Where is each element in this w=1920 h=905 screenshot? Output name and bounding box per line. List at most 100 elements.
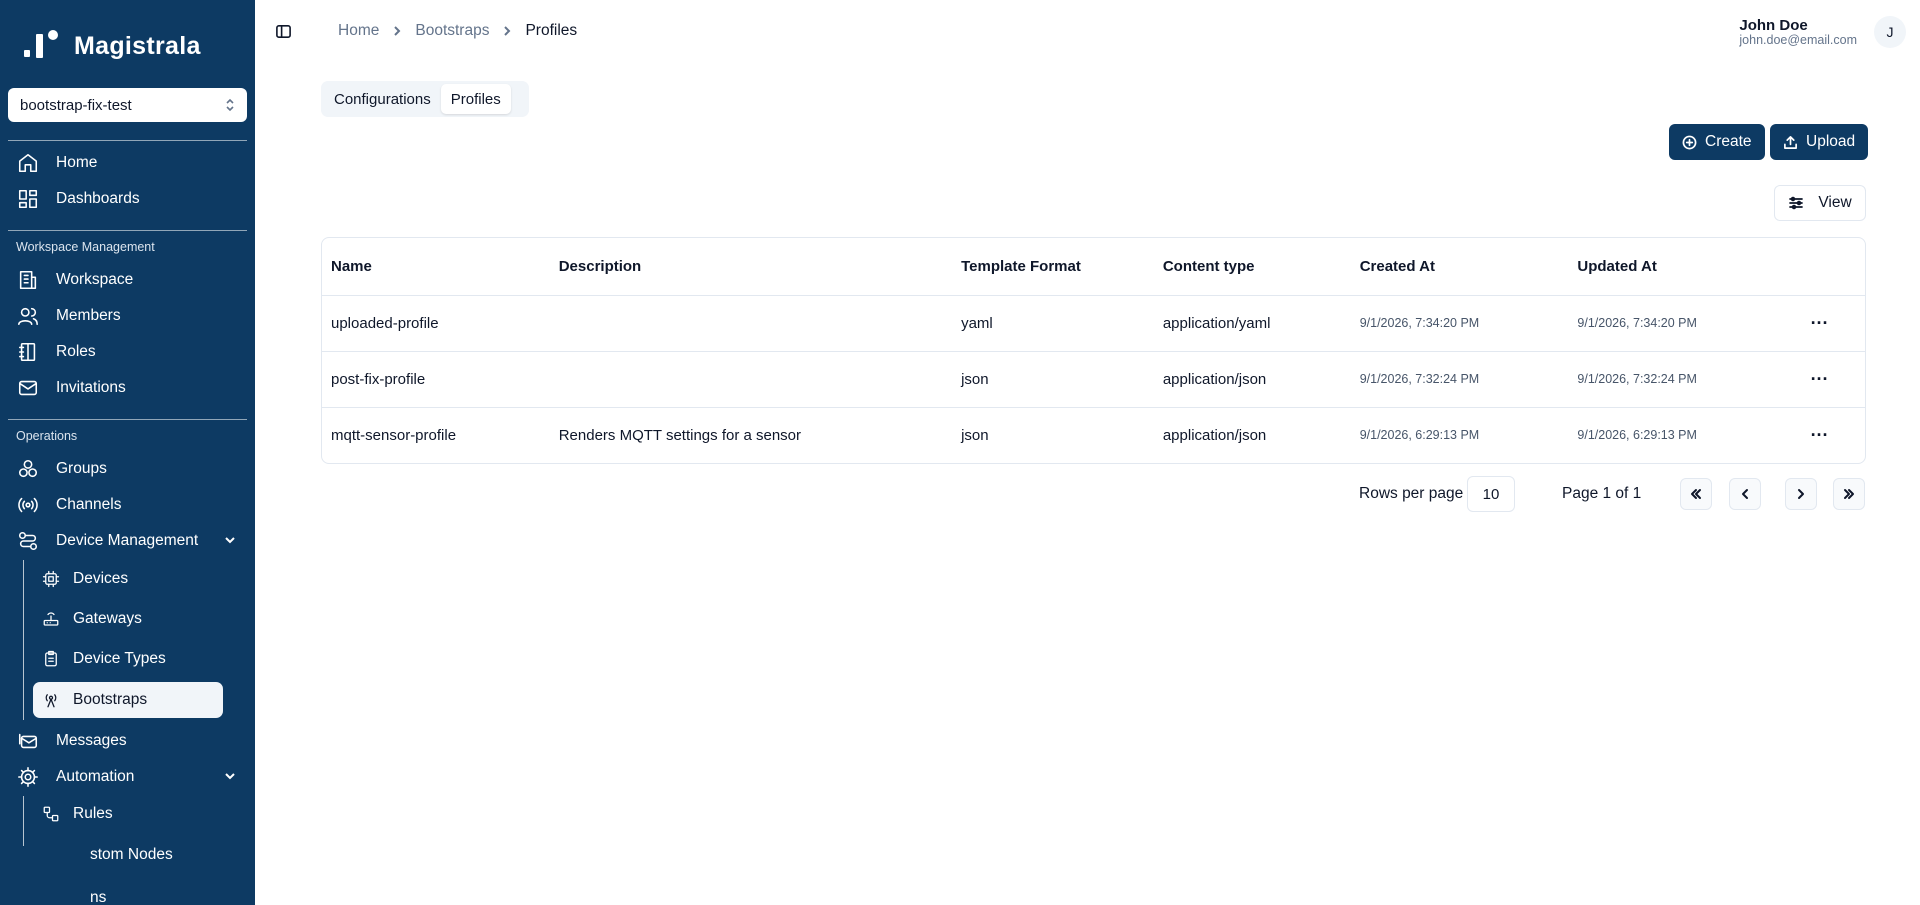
cell-content-type: application/json — [1162, 426, 1267, 444]
next-page-button[interactable] — [1785, 478, 1817, 510]
brand-name: Magistrala — [74, 31, 201, 60]
chevrons-up-down-icon — [225, 98, 235, 113]
sidebar-item-groups[interactable]: Groups — [8, 453, 247, 485]
table-row[interactable]: post-fix-profile json application/json 9… — [322, 351, 1865, 408]
cell-name: post-fix-profile — [322, 351, 550, 408]
workspace-select[interactable]: bootstrap-fix-test — [8, 88, 247, 122]
rules-icon — [41, 804, 61, 824]
tab-configurations[interactable]: Configurations — [324, 84, 441, 114]
sidebar-item-label: ns — [90, 889, 107, 905]
logo-icon — [22, 30, 64, 62]
home-icon — [16, 151, 40, 175]
upload-button[interactable]: Upload — [1770, 124, 1869, 160]
breadcrumb-home[interactable]: Home — [338, 22, 379, 40]
rows-per-page-select[interactable]: 10 — [1467, 476, 1515, 512]
column-header-created-at[interactable]: Created At — [1350, 238, 1569, 296]
cell-description: Renders MQTT settings for a sensor — [558, 426, 802, 444]
sidebar-item-bootstraps[interactable]: Bootstraps — [33, 682, 223, 718]
sidebar-divider — [8, 419, 247, 420]
sidebar-item-label: Groups — [56, 460, 107, 477]
building-icon — [16, 268, 40, 292]
submenu-line — [23, 796, 24, 846]
column-header-name[interactable]: Name — [322, 238, 550, 296]
workflow-icon — [16, 529, 40, 553]
chevron-right-icon — [501, 25, 513, 37]
last-page-button[interactable] — [1833, 478, 1865, 510]
sidebar-item-automation[interactable]: Automation — [8, 761, 247, 793]
chip-icon — [41, 569, 61, 589]
cog-icon — [16, 765, 40, 789]
sidebar-item-device-types[interactable]: Device Types — [33, 641, 223, 677]
sidebar-item-label: Gateways — [73, 610, 142, 627]
sidebar-item-label: Channels — [56, 496, 122, 513]
row-actions-button[interactable]: ··· — [1774, 351, 1865, 408]
chevron-down-icon[interactable] — [223, 769, 237, 788]
avatar[interactable]: J — [1874, 16, 1906, 48]
user-email: john.doe@email.com — [1739, 33, 1857, 47]
sidebar-item-roles[interactable]: Roles — [8, 336, 247, 368]
user-menu[interactable]: John Doe john.doe@email.com — [1739, 17, 1857, 47]
column-header-actions — [1774, 238, 1865, 296]
sidebar-item-label: Dashboards — [56, 190, 140, 207]
sidebar-item-workspace[interactable]: Workspace — [8, 264, 247, 296]
sidebar-item-custom-nodes[interactable]: stom Nodes — [90, 837, 255, 873]
column-header-description[interactable]: Description — [549, 238, 953, 296]
table-row[interactable]: mqtt-sensor-profile Renders MQTT setting… — [322, 407, 1865, 463]
sidebar-item-partial[interactable]: ns — [90, 880, 255, 905]
chevron-left-icon — [1742, 489, 1748, 499]
sidebar-item-devices[interactable]: Devices — [33, 561, 223, 597]
sidebar-item-members[interactable]: Members — [8, 300, 247, 332]
row-actions-button[interactable]: ··· — [1774, 407, 1865, 463]
chevrons-right-icon — [1844, 489, 1854, 499]
sidebar-item-invitations[interactable]: Invitations — [8, 372, 247, 404]
sidebar-item-channels[interactable]: Channels — [8, 489, 247, 521]
breadcrumb-bootstraps[interactable]: Bootstraps — [415, 22, 489, 40]
page-indicator: Page 1 of 1 — [1562, 485, 1642, 502]
user-name: John Doe — [1739, 17, 1808, 34]
groups-icon — [16, 457, 40, 481]
sidebar-item-label: Rules — [73, 805, 113, 822]
sidebar-item-label: Workspace — [56, 271, 134, 288]
mail-icon — [16, 376, 40, 400]
cell-updated: 9/1/2026, 7:32:24 PM — [1568, 351, 1775, 408]
previous-page-button[interactable] — [1729, 478, 1761, 510]
cell-name: uploaded-profile — [322, 295, 550, 352]
table-row[interactable]: uploaded-profile yaml application/yaml 9… — [322, 295, 1865, 352]
create-button[interactable]: Create — [1669, 124, 1765, 160]
sidebar-item-rules[interactable]: Rules — [33, 796, 223, 832]
sidebar-item-label: Device Management — [56, 532, 199, 549]
sidebar-item-gateways[interactable]: Gateways — [33, 601, 223, 637]
more-horizontal-icon: ··· — [1810, 312, 1829, 333]
sidebar-item-messages[interactable]: Messages — [8, 725, 247, 757]
sidebar-item-label: Messages — [56, 732, 127, 749]
messages-icon — [16, 729, 40, 753]
section-label-workspace: Workspace Management — [16, 240, 155, 254]
sidebar-divider — [8, 230, 247, 231]
column-header-updated-at[interactable]: Updated At — [1568, 238, 1775, 296]
users-icon — [16, 304, 40, 328]
first-page-button[interactable] — [1680, 478, 1712, 510]
sidebar-toggle-button[interactable] — [272, 20, 294, 42]
cell-created: 9/1/2026, 6:29:13 PM — [1359, 428, 1480, 443]
tab-profiles[interactable]: Profiles — [440, 84, 511, 114]
profiles-table: Name Description Template Format Content… — [321, 237, 1866, 464]
radio-icon — [16, 493, 40, 517]
column-header-template-format[interactable]: Template Format — [952, 238, 1154, 296]
chevron-down-icon[interactable] — [223, 533, 237, 552]
sidebar-item-device-management[interactable]: Device Management — [8, 525, 247, 557]
view-button[interactable]: View — [1774, 185, 1866, 221]
sidebar-item-label: Device Types — [73, 650, 166, 667]
row-actions-button[interactable]: ··· — [1774, 295, 1865, 352]
chevron-right-icon — [1798, 489, 1804, 499]
sidebar-item-dashboards[interactable]: Dashboards — [8, 183, 247, 215]
submenu-line — [23, 560, 24, 720]
sidebar-item-home[interactable]: Home — [8, 147, 247, 179]
sidebar-item-label: stom Nodes — [90, 846, 173, 863]
column-header-content-type[interactable]: Content type — [1153, 238, 1351, 296]
brand-logo[interactable]: Magistrala — [22, 30, 201, 62]
router-icon — [41, 609, 61, 629]
rows-per-page-label: Rows per page — [1359, 485, 1464, 502]
cell-format: yaml — [952, 295, 1154, 352]
table-header-row: Name Description Template Format Content… — [322, 238, 1865, 296]
sidebar-item-label: Members — [56, 307, 121, 324]
